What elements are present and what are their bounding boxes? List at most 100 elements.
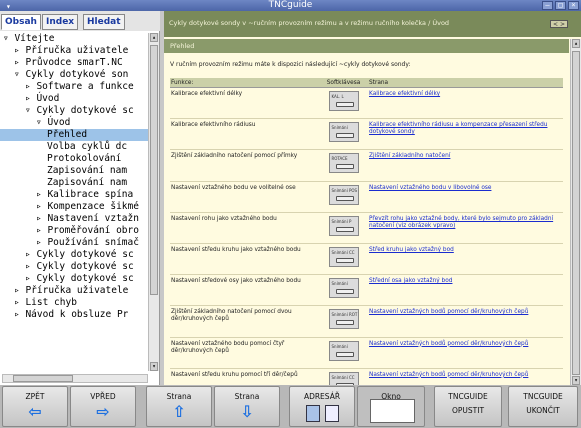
tree-item[interactable]: ▿ Cykly dotykové son — [0, 69, 148, 81]
tree-item[interactable]: ▹ Proměřování obro — [0, 225, 148, 237]
tree-item[interactable]: ▹ Návod k obsluze Pr — [0, 309, 148, 321]
table-row: Nastavení středu kruhu jako vztažného bo… — [170, 244, 563, 276]
back-button[interactable]: ZPĚT ⇦ — [2, 386, 68, 427]
arrow-up-icon: ⇧ — [172, 402, 186, 421]
probe-shape-icon — [335, 102, 354, 107]
minimize-icon[interactable]: – — [542, 1, 553, 10]
tree-item[interactable]: ▹ Kalibrace spína — [0, 189, 148, 201]
function-cell: Nastavení středové osy jako vztažného bo… — [171, 278, 301, 285]
tree-vertical-scrollbar[interactable]: ▴ ▾ — [148, 33, 159, 371]
softkey-cell: Snímání ROT — [320, 309, 367, 331]
page-link[interactable]: Střední osa jako vztažný bod — [367, 278, 563, 285]
probe-shape-icon — [335, 351, 354, 357]
tree-item[interactable]: ▹ Cykly dotykové sc — [0, 249, 148, 261]
scroll-thumb[interactable] — [150, 45, 158, 295]
probe-softkey-icon: Snímání — [328, 278, 359, 299]
tree-item[interactable]: ▹ Cykly dotykové sc — [0, 261, 148, 273]
page-link[interactable]: Kalibrace efektivní délky — [367, 91, 563, 98]
maximize-icon[interactable]: □ — [555, 1, 566, 10]
softkey-cell: Snímání CC — [320, 246, 367, 269]
content-vertical-scrollbar[interactable]: ▴ ▾ — [570, 39, 581, 385]
probe-softkey-icon: Snímání P — [328, 215, 359, 236]
tree-item[interactable]: ▿ Cykly dotykové sc — [0, 105, 148, 117]
tree-item[interactable]: ▿ Úvod — [0, 117, 148, 129]
page-down-button[interactable]: Strana ⇩ — [214, 386, 280, 427]
quit-label-1: TNCGUIDE — [523, 392, 563, 401]
forward-label: VPŘED — [90, 392, 116, 401]
tree-item[interactable]: Zapisování nam — [0, 165, 148, 177]
tree-item[interactable]: ▿ Vítejte — [0, 33, 148, 45]
exit-label-2: OPUSTIT — [451, 406, 485, 415]
tab-index[interactable]: Index — [42, 14, 79, 30]
tab-obsah[interactable]: Obsah — [1, 14, 41, 30]
tree-item[interactable]: ▹ Kompenzace šikmé — [0, 201, 148, 213]
window-title: TNCguide — [268, 0, 313, 10]
page-link[interactable]: Zjištění základního natočení — [367, 153, 563, 160]
window-button[interactable]: Okno — [357, 386, 425, 427]
page-link[interactable]: Nastavení vztažného bodu v libovolné ose — [367, 185, 563, 192]
table-row: Nastavení středové osy jako vztažného bo… — [170, 275, 563, 307]
function-cell: Kalibrace efektivní délky — [171, 91, 243, 97]
tree-item[interactable]: ▹ Cykly dotykové sc — [0, 273, 148, 285]
scroll-down-icon[interactable]: ▾ — [572, 376, 580, 385]
tree-horizontal-scrollbar[interactable] — [2, 374, 148, 383]
tree-item[interactable]: ▹ Příručka uživatele — [0, 285, 148, 297]
tree-item[interactable]: ▹ Používání snímač — [0, 237, 148, 249]
page-title: Přehled — [164, 39, 569, 53]
tree-item[interactable]: Zapisování nam — [0, 177, 148, 189]
probe-softkey-icon: KAL. L — [328, 91, 359, 111]
probe-shape-icon — [335, 195, 354, 201]
navigation-pane: Obsah Index Hledat ▿ Vítejte ▹ Příručka u… — [0, 11, 160, 385]
header-page: Strana — [369, 80, 389, 86]
page-link[interactable]: Kalibrace efektivního rádiusu a kompenza… — [367, 122, 563, 136]
page-link[interactable]: Střed kruhu jako vztažný bod — [367, 247, 563, 254]
function-cell: Zjištění základního natočení pomocí dvou… — [171, 309, 292, 323]
function-cell: Nastavení středu kruhu pomocí tří děr/če… — [171, 371, 298, 378]
probe-shape-icon — [335, 257, 354, 263]
exit-tncguide-button[interactable]: TNCGUIDE OPUSTIT — [434, 386, 502, 427]
tree-item[interactable]: Přehled — [0, 129, 148, 141]
probe-shape-icon — [335, 133, 354, 139]
tree-item[interactable]: ▹ Příručka uživatele — [0, 45, 148, 57]
tree-item[interactable]: ▹ Úvod — [0, 93, 148, 105]
hscroll-thumb[interactable] — [13, 375, 73, 382]
function-cell: Kalibrace efektivního rádiusu — [171, 122, 256, 129]
exit-label-1: TNCGUIDE — [448, 392, 488, 401]
softkey-caption: KAL. L — [331, 94, 344, 99]
function-cell: Nastavení vztažného bodu ve volitelné os… — [171, 184, 296, 191]
softkey-caption: Snímání CC — [331, 374, 355, 380]
softkey-bar: ZPĚT ⇦ VPŘED ⇨ Strana ⇧ Strana ⇩ ADRESÁŘ… — [0, 385, 581, 428]
tree-item[interactable]: Protokolování — [0, 153, 148, 165]
page-link[interactable]: Nastavení vztažných bodů pomocí děr/kruh… — [367, 372, 563, 379]
quit-tncguide-button[interactable]: TNCGUIDE UKONČIT — [508, 386, 578, 427]
page-link[interactable]: Nastavení vztažných bodů pomocí děr/kruh… — [367, 309, 563, 316]
softkey-cell: KAL. L — [320, 91, 367, 113]
softkey-caption: Snímání ROT — [331, 312, 358, 318]
window-label: Okno — [381, 392, 401, 401]
scroll-thumb[interactable] — [572, 51, 580, 375]
tab-hledat[interactable]: Hledat — [83, 14, 125, 30]
probe-softkey-icon: Snímání — [328, 340, 359, 361]
probe-shape-icon — [335, 164, 354, 170]
table-row: Nastavení vztažného bodu pomocí čtyř děr… — [170, 338, 563, 369]
probe-softkey-icon: Snímání ROT — [328, 309, 359, 330]
close-icon[interactable]: × — [568, 1, 579, 10]
scroll-up-icon[interactable]: ▴ — [150, 33, 158, 42]
page-down-label: Strana — [234, 392, 260, 401]
softkey-caption: Snímání CC — [331, 249, 355, 255]
tree-item[interactable]: ▹ List chyb — [0, 297, 148, 309]
forward-button[interactable]: VPŘED ⇨ — [70, 386, 136, 427]
page-up-button[interactable]: Strana ⇧ — [146, 386, 212, 427]
page-link[interactable]: Nastavení vztažných bodů pomocí děr/kruh… — [367, 341, 563, 348]
directory-button[interactable]: ADRESÁŘ — [289, 386, 355, 427]
softkey-cell: Snímání — [320, 278, 367, 300]
quit-label-2: UKONČIT — [526, 406, 560, 415]
scroll-up-icon[interactable]: ▴ — [572, 39, 580, 48]
tree-item[interactable]: ▹ Software a funkce — [0, 81, 148, 93]
prev-next-button[interactable]: < > — [550, 20, 568, 28]
tree-item[interactable]: ▹ Průvodce smarT.NC — [0, 57, 148, 69]
tree-item[interactable]: ▹ Nastavení vztažn — [0, 213, 148, 225]
scroll-down-icon[interactable]: ▾ — [150, 362, 158, 371]
page-link[interactable]: Převzít rohu jako vztažné body, které by… — [367, 216, 563, 230]
tree-item[interactable]: Volba cyklů dc — [0, 141, 148, 153]
